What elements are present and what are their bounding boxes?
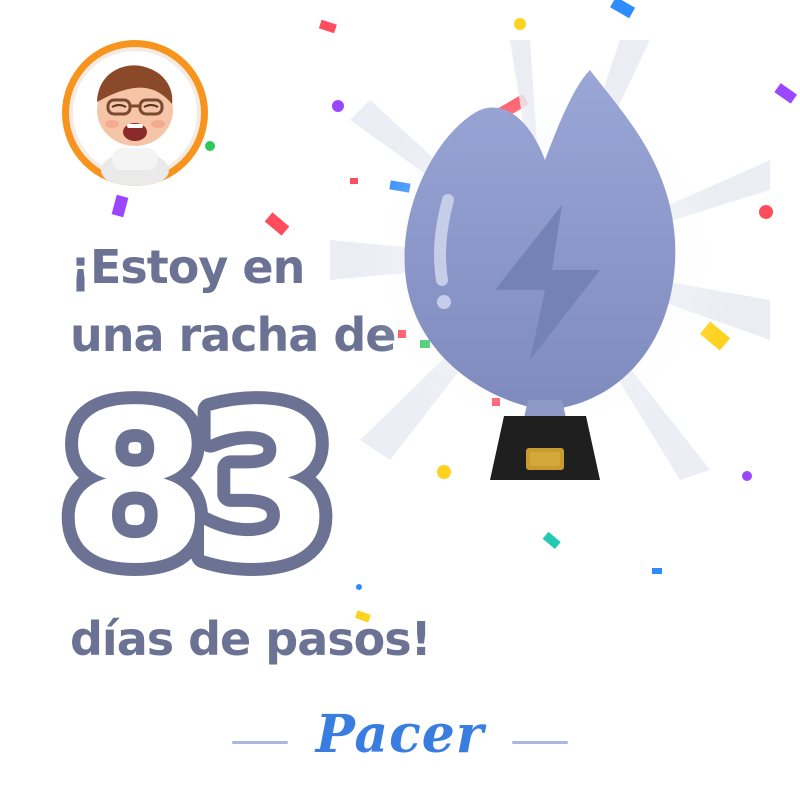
avatar-photo (69, 47, 201, 186)
footer-divider-left (232, 741, 288, 744)
pacer-logo: Pacer (315, 704, 485, 765)
svg-text:83: 83 (62, 370, 320, 600)
footer-divider-right (512, 741, 568, 744)
streak-share-card: ¡Estoy en una racha de 83 días de pasos! (0, 0, 800, 800)
flame-trophy-icon (330, 40, 770, 480)
streak-heading-line-3: días de pasos! (70, 612, 432, 666)
streak-heading-line-1: ¡Estoy en (70, 240, 305, 294)
avatar (62, 40, 208, 186)
streak-count: 83 (49, 370, 351, 600)
